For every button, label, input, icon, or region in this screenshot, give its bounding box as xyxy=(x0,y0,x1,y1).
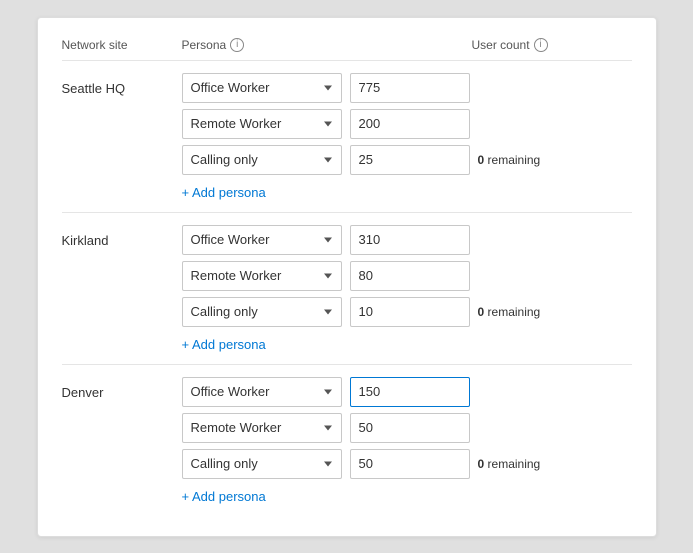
field-row: Office WorkerRemote WorkerCalling only xyxy=(182,225,632,255)
count-input-0-1[interactable] xyxy=(350,109,470,139)
persona-select-wrapper: Office WorkerRemote WorkerCalling only xyxy=(182,109,342,139)
sites-container: Seattle HQOffice WorkerRemote WorkerCall… xyxy=(62,61,632,516)
network-site-header: Network site xyxy=(62,38,182,52)
remaining-label: 0 remaining xyxy=(478,305,541,319)
persona-select-wrapper: Office WorkerRemote WorkerCalling only xyxy=(182,261,342,291)
count-input-0-2[interactable] xyxy=(350,145,470,175)
persona-select-wrapper: Office WorkerRemote WorkerCalling only xyxy=(182,225,342,255)
remaining-label: 0 remaining xyxy=(478,153,541,167)
count-input-2-1[interactable] xyxy=(350,413,470,443)
site-fields: Office WorkerRemote WorkerCalling onlyOf… xyxy=(182,73,632,200)
remaining-label: 0 remaining xyxy=(478,457,541,471)
count-input-2-0[interactable] xyxy=(350,377,470,407)
field-row: Office WorkerRemote WorkerCalling only xyxy=(182,109,632,139)
add-persona-button[interactable]: + Add persona xyxy=(182,181,632,200)
persona-select-0-2[interactable]: Office WorkerRemote WorkerCalling only xyxy=(182,145,342,175)
persona-select-0-0[interactable]: Office WorkerRemote WorkerCalling only xyxy=(182,73,342,103)
count-input-0-0[interactable] xyxy=(350,73,470,103)
persona-select-wrapper: Office WorkerRemote WorkerCalling only xyxy=(182,145,342,175)
persona-select-2-0[interactable]: Office WorkerRemote WorkerCalling only xyxy=(182,377,342,407)
persona-header: Persona i xyxy=(182,38,472,52)
main-card: Network site Persona i User count i Seat… xyxy=(37,17,657,537)
persona-select-wrapper: Office WorkerRemote WorkerCalling only xyxy=(182,449,342,479)
count-input-1-0[interactable] xyxy=(350,225,470,255)
table-header: Network site Persona i User count i xyxy=(62,38,632,61)
site-section-denver: DenverOffice WorkerRemote WorkerCalling … xyxy=(62,365,632,516)
site-label: Seattle HQ xyxy=(62,73,182,96)
field-row: Office WorkerRemote WorkerCalling only xyxy=(182,73,632,103)
add-persona-button[interactable]: + Add persona xyxy=(182,485,632,504)
persona-select-1-2[interactable]: Office WorkerRemote WorkerCalling only xyxy=(182,297,342,327)
field-row: Office WorkerRemote WorkerCalling only 0 … xyxy=(182,449,632,479)
count-input-1-1[interactable] xyxy=(350,261,470,291)
site-label: Kirkland xyxy=(62,225,182,248)
persona-select-2-1[interactable]: Office WorkerRemote WorkerCalling only xyxy=(182,413,342,443)
count-input-1-2[interactable] xyxy=(350,297,470,327)
count-input-2-2[interactable] xyxy=(350,449,470,479)
persona-select-1-0[interactable]: Office WorkerRemote WorkerCalling only xyxy=(182,225,342,255)
site-fields: Office WorkerRemote WorkerCalling onlyOf… xyxy=(182,225,632,352)
site-section-seattle-hq: Seattle HQOffice WorkerRemote WorkerCall… xyxy=(62,61,632,213)
add-persona-button[interactable]: + Add persona xyxy=(182,333,632,352)
field-row: Office WorkerRemote WorkerCalling only xyxy=(182,261,632,291)
site-fields: Office WorkerRemote WorkerCalling onlyOf… xyxy=(182,377,632,504)
site-row: KirklandOffice WorkerRemote WorkerCallin… xyxy=(62,225,632,352)
user-count-info-icon[interactable]: i xyxy=(534,38,548,52)
user-count-header: User count i xyxy=(472,38,632,52)
persona-select-2-2[interactable]: Office WorkerRemote WorkerCalling only xyxy=(182,449,342,479)
persona-select-wrapper: Office WorkerRemote WorkerCalling only xyxy=(182,73,342,103)
site-section-kirkland: KirklandOffice WorkerRemote WorkerCallin… xyxy=(62,213,632,365)
persona-select-0-1[interactable]: Office WorkerRemote WorkerCalling only xyxy=(182,109,342,139)
site-row: DenverOffice WorkerRemote WorkerCalling … xyxy=(62,377,632,504)
persona-select-wrapper: Office WorkerRemote WorkerCalling only xyxy=(182,377,342,407)
field-row: Office WorkerRemote WorkerCalling only xyxy=(182,413,632,443)
persona-info-icon[interactable]: i xyxy=(230,38,244,52)
persona-select-1-1[interactable]: Office WorkerRemote WorkerCalling only xyxy=(182,261,342,291)
site-label: Denver xyxy=(62,377,182,400)
persona-select-wrapper: Office WorkerRemote WorkerCalling only xyxy=(182,297,342,327)
field-row: Office WorkerRemote WorkerCalling only 0 … xyxy=(182,145,632,175)
field-row: Office WorkerRemote WorkerCalling only 0 … xyxy=(182,297,632,327)
field-row: Office WorkerRemote WorkerCalling only xyxy=(182,377,632,407)
site-row: Seattle HQOffice WorkerRemote WorkerCall… xyxy=(62,73,632,200)
persona-select-wrapper: Office WorkerRemote WorkerCalling only xyxy=(182,413,342,443)
